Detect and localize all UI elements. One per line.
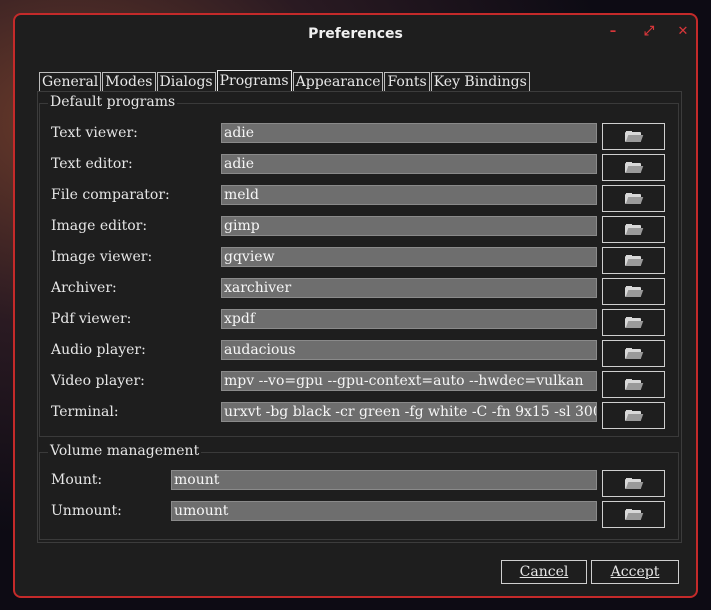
tab-appearance[interactable]: Appearance <box>292 72 384 92</box>
tab-fonts[interactable]: Fonts <box>384 72 430 92</box>
accept-label: Accept <box>610 564 660 580</box>
browse-button[interactable] <box>602 340 665 367</box>
program-field[interactable]: adie <box>221 123 597 143</box>
program-row: Video player: mpv --vo=gpu --gpu-context=… <box>51 371 671 398</box>
program-row: Terminal: urxvt -bg black -cr green -fg w… <box>51 402 671 429</box>
tab-bar: General Modes Dialogs Programs Appearanc… <box>39 70 531 92</box>
program-field[interactable]: urxvt -bg black -cr green -fg white -C -… <box>221 402 597 422</box>
program-row: File comparator: meld <box>51 185 671 212</box>
browse-button[interactable] <box>602 402 665 429</box>
title-bar[interactable]: Preferences – ⤢ ✕ <box>15 15 696 53</box>
program-row: Text editor: adie <box>51 154 671 181</box>
program-label: Terminal: <box>51 404 119 420</box>
browse-button[interactable] <box>602 278 665 305</box>
program-label: Video player: <box>51 373 145 389</box>
program-row: Pdf viewer: xpdf <box>51 309 671 336</box>
volume-label: Unmount: <box>51 503 122 519</box>
program-field[interactable]: gimp <box>221 216 597 236</box>
program-row: Audio player: audacious <box>51 340 671 367</box>
close-icon[interactable]: ✕ <box>675 24 691 40</box>
tab-dialogs[interactable]: Dialogs <box>156 72 216 92</box>
default-programs-title: Default programs <box>48 94 178 110</box>
browse-button[interactable] <box>602 309 665 336</box>
program-label: Archiver: <box>51 280 117 296</box>
folder-open-icon <box>625 317 644 328</box>
program-label: Text viewer: <box>51 125 138 141</box>
browse-button[interactable] <box>602 501 665 528</box>
volume-row: Mount: mount <box>51 470 671 497</box>
program-field[interactable]: meld <box>221 185 597 205</box>
cancel-button[interactable]: Cancel <box>501 560 587 584</box>
volume-management-title: Volume management <box>48 443 202 459</box>
program-label: Audio player: <box>51 342 146 358</box>
browse-button[interactable] <box>602 216 665 243</box>
program-row: Text viewer: adie <box>51 123 671 150</box>
folder-open-icon <box>625 162 644 173</box>
program-field[interactable]: xarchiver <box>221 278 597 298</box>
program-field[interactable]: audacious <box>221 340 597 360</box>
folder-open-icon <box>625 193 644 204</box>
program-field[interactable]: gqview <box>221 247 597 267</box>
program-label: Image editor: <box>51 218 148 234</box>
folder-open-icon <box>625 224 644 235</box>
tab-programs[interactable]: Programs <box>216 70 292 91</box>
folder-open-icon <box>625 255 644 266</box>
minimize-icon[interactable]: – <box>605 24 621 40</box>
program-label: Image viewer: <box>51 249 153 265</box>
tab-general[interactable]: General <box>39 72 102 92</box>
preferences-window: Preferences – ⤢ ✕ General Modes Dialogs … <box>13 13 698 598</box>
accept-button[interactable]: Accept <box>591 560 679 584</box>
folder-open-icon <box>625 410 644 421</box>
browse-button[interactable] <box>602 123 665 150</box>
folder-open-icon <box>625 509 644 520</box>
program-label: Pdf viewer: <box>51 311 132 327</box>
browse-button[interactable] <box>602 371 665 398</box>
folder-open-icon <box>625 286 644 297</box>
volume-field[interactable]: mount <box>171 470 597 490</box>
maximize-icon[interactable]: ⤢ <box>641 24 657 40</box>
folder-open-icon <box>625 379 644 390</box>
volume-field[interactable]: umount <box>171 501 597 521</box>
tab-key-bindings[interactable]: Key Bindings <box>430 72 530 92</box>
program-row: Archiver: xarchiver <box>51 278 671 305</box>
browse-button[interactable] <box>602 247 665 274</box>
program-field[interactable]: mpv --vo=gpu --gpu-context=auto --hwdec=… <box>221 371 597 391</box>
tab-modes[interactable]: Modes <box>102 72 156 92</box>
folder-open-icon <box>625 348 644 359</box>
program-field[interactable]: xpdf <box>221 309 597 329</box>
window-title: Preferences <box>308 26 403 42</box>
cancel-label: Cancel <box>519 564 569 580</box>
program-field[interactable]: adie <box>221 154 597 174</box>
browse-button[interactable] <box>602 185 665 212</box>
volume-label: Mount: <box>51 472 103 488</box>
program-row: Image editor: gimp <box>51 216 671 243</box>
browse-button[interactable] <box>602 154 665 181</box>
folder-open-icon <box>625 478 644 489</box>
program-label: Text editor: <box>51 156 133 172</box>
program-label: File comparator: <box>51 187 170 203</box>
browse-button[interactable] <box>602 470 665 497</box>
folder-open-icon <box>625 131 644 142</box>
program-row: Image viewer: gqview <box>51 247 671 274</box>
volume-row: Unmount: umount <box>51 501 671 528</box>
volume-management-group: Volume management <box>39 443 679 540</box>
